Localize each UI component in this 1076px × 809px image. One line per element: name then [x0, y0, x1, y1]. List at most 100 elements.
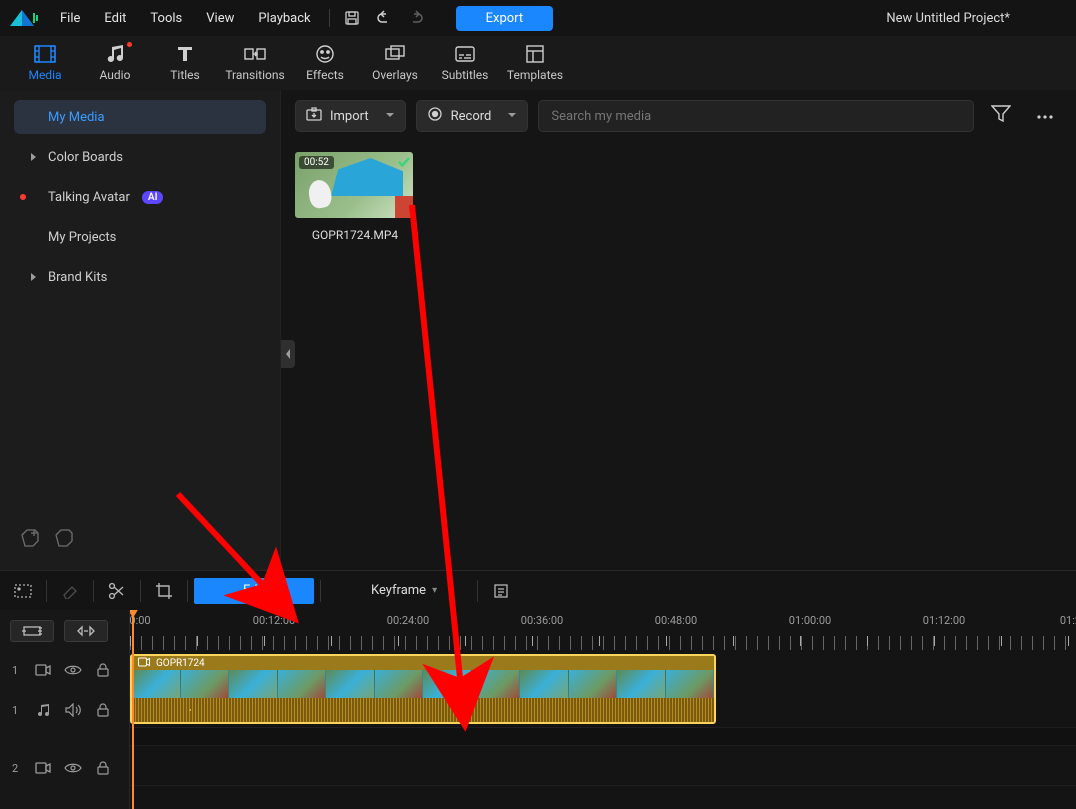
project-title: New Untitled Project*	[886, 11, 1010, 26]
timeline-toolbar: Edit Keyframe ▾	[0, 570, 1076, 610]
lock-icon[interactable]	[94, 759, 112, 777]
ruler-tick: 01:12:00	[923, 614, 965, 627]
track-number: 2	[12, 762, 22, 775]
split-icon[interactable]	[94, 571, 140, 611]
tag-add-icon[interactable]	[20, 528, 40, 552]
mode-overlays[interactable]: Overlays	[360, 36, 430, 90]
chevron-down-icon	[385, 109, 395, 124]
undo-icon[interactable]	[370, 6, 398, 30]
mode-label: Subtitles	[442, 68, 489, 82]
effects-icon	[314, 44, 336, 64]
speaker-icon[interactable]	[64, 701, 82, 719]
ruler-tick: 01:24:5	[1060, 614, 1076, 627]
timeline-ruler[interactable]: 0:0000:12:0000:24:0000:36:0000:48:0001:0…	[130, 610, 1076, 650]
eraser-icon[interactable]	[47, 571, 93, 611]
mode-titles[interactable]: Titles	[150, 36, 220, 90]
eye-icon[interactable]	[64, 661, 82, 679]
mode-label: Transitions	[225, 68, 284, 82]
sidebar-item-color-boards[interactable]: Color Boards	[14, 140, 266, 174]
menu-file[interactable]: File	[50, 7, 90, 30]
media-controls: Import Record	[281, 90, 1076, 142]
mode-label: Audio	[100, 68, 131, 82]
filter-icon	[991, 105, 1011, 127]
track-number: 1	[12, 704, 22, 717]
media-grid: 00:52 GOPR1724.MP4	[281, 142, 1076, 570]
ruler-tick: 00:24:00	[387, 614, 429, 627]
redo-icon[interactable]	[402, 6, 430, 30]
mode-templates[interactable]: Templates	[500, 36, 570, 90]
chevron-down-icon	[507, 109, 517, 124]
edit-button[interactable]: Edit	[194, 578, 314, 604]
mode-audio[interactable]: Audio	[80, 36, 150, 90]
ruler-tick: 01:00:00	[789, 614, 831, 627]
menu-view[interactable]: View	[196, 7, 244, 30]
ruler-tick: 00:36:00	[521, 614, 563, 627]
crop-icon[interactable]	[141, 571, 187, 611]
track-header-video-1[interactable]: 1	[0, 650, 129, 690]
playhead[interactable]	[132, 610, 134, 809]
properties-icon[interactable]	[478, 571, 524, 611]
media-panel: Import Record 00:52	[280, 90, 1076, 570]
filter-button[interactable]	[984, 100, 1018, 132]
mode-media[interactable]: Media	[10, 36, 80, 90]
chevron-right-icon	[30, 272, 40, 282]
mode-label: Effects	[306, 68, 344, 82]
more-icon	[1036, 109, 1054, 124]
save-icon[interactable]	[338, 6, 366, 30]
menu-playback[interactable]: Playback	[248, 7, 320, 30]
mode-label: Titles	[170, 68, 199, 82]
sidebar-bottom-tools	[14, 524, 266, 560]
record-label: Record	[451, 109, 492, 124]
keyframe-button[interactable]: Keyframe ▾	[371, 583, 437, 598]
tag-icon[interactable]	[54, 528, 74, 552]
ruler-tick: 00:48:00	[655, 614, 697, 627]
timeline-body[interactable]: 0:0000:12:0000:24:0000:36:0000:48:0001:0…	[130, 610, 1076, 809]
import-button[interactable]: Import	[295, 100, 406, 132]
clip-duration: 00:52	[299, 156, 334, 169]
lock-icon[interactable]	[94, 701, 112, 719]
selection-tool-icon[interactable]	[0, 571, 46, 611]
separator	[329, 9, 330, 27]
titlebar: File Edit Tools View Playback Export New…	[0, 0, 1076, 36]
timeline-clip[interactable]: GOPR1724	[130, 654, 716, 724]
new-dot-icon	[20, 194, 26, 200]
mode-label: Overlays	[372, 68, 418, 82]
more-button[interactable]	[1028, 100, 1062, 132]
sidebar-item-talking-avatar[interactable]: Talking Avatar AI	[14, 180, 266, 214]
video-icon	[34, 661, 52, 679]
auto-fit-button[interactable]	[10, 620, 54, 642]
ai-badge: AI	[142, 191, 164, 204]
clip-filename: GOPR1724.MP4	[295, 228, 415, 242]
ripple-button[interactable]	[64, 620, 108, 642]
subtitles-icon	[454, 44, 476, 64]
record-button[interactable]: Record	[416, 100, 529, 132]
sidebar-item-brand-kits[interactable]: Brand Kits	[14, 260, 266, 294]
mode-effects[interactable]: Effects	[290, 36, 360, 90]
chevron-down-icon: ▾	[432, 585, 437, 596]
app-logo[interactable]	[6, 6, 40, 30]
new-dot-icon	[127, 42, 132, 47]
sidebar-item-my-media[interactable]: My Media	[14, 100, 266, 134]
export-button[interactable]: Export	[456, 6, 554, 31]
timeline-clip-label: GOPR1724	[156, 658, 205, 669]
track-header-audio-1[interactable]: 1	[0, 690, 129, 730]
menu-tools[interactable]: Tools	[140, 7, 192, 30]
search-input[interactable]	[538, 100, 974, 132]
main-area: My Media Color Boards Talking Avatar AI …	[0, 90, 1076, 570]
menu-edit[interactable]: Edit	[94, 7, 136, 30]
media-clip[interactable]: 00:52 GOPR1724.MP4	[295, 152, 415, 242]
mode-transitions[interactable]: Transitions	[220, 36, 290, 90]
sidebar-item-label: My Media	[48, 110, 105, 125]
sidebar-item-label: My Projects	[48, 230, 116, 245]
sidebar-item-my-projects[interactable]: My Projects	[14, 220, 266, 254]
record-icon	[427, 106, 443, 126]
mode-subtitles[interactable]: Subtitles	[430, 36, 500, 90]
tracks-area[interactable]: GOPR1724	[130, 650, 1076, 809]
sidebar-item-label: Color Boards	[48, 150, 123, 165]
mode-label: Media	[28, 68, 61, 82]
sidebar: My Media Color Boards Talking Avatar AI …	[0, 90, 280, 570]
track-header-video-2[interactable]: 2	[0, 748, 129, 788]
eye-icon[interactable]	[64, 759, 82, 777]
transitions-icon	[244, 44, 266, 64]
lock-icon[interactable]	[94, 661, 112, 679]
